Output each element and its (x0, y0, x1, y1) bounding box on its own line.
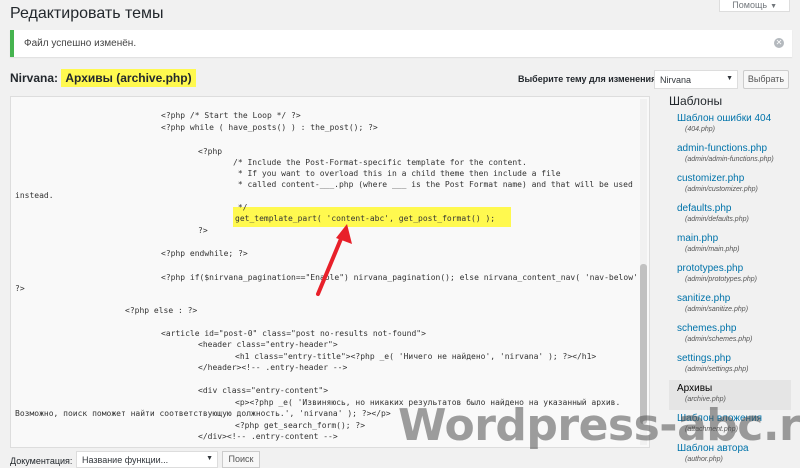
page-title: Редактировать темы (10, 5, 164, 22)
documentation-label: Документация: (10, 456, 73, 466)
function-select-value: Название функции... (82, 455, 169, 465)
template-item[interactable]: defaults.php (admin/defaults.php) (669, 200, 791, 230)
template-path: (admin/prototypes.php) (685, 276, 757, 283)
watermark: Wordpress-abc.ru (398, 400, 800, 451)
template-name: main.php (677, 233, 719, 244)
theme-select-label: Выберите тему для изменения: (518, 74, 660, 84)
code-line: </header><!-- .entry-header --> (198, 363, 348, 372)
code-line: <header class="entry-header"> (198, 340, 338, 349)
code-line: * If you want to overload this in a chil… (233, 169, 561, 178)
template-item[interactable]: customizer.php (admin/customizer.php) (669, 170, 791, 200)
editor-scrollbar[interactable] (640, 99, 647, 445)
code-line: ?> (15, 284, 25, 293)
template-name: sanitize.php (677, 293, 731, 304)
template-name: settings.php (677, 353, 731, 364)
template-item[interactable]: main.php (admin/main.php) (669, 230, 791, 260)
search-button[interactable]: Поиск (222, 451, 260, 468)
code-line: <?php get_search_form(); ?> (235, 421, 366, 430)
template-name: Шаблон ошибки 404 (677, 113, 772, 124)
help-label: Помощь (732, 0, 768, 10)
theme-select[interactable]: Nirvana ▼ (654, 70, 738, 89)
code-line: <div class="entry-content"> (198, 386, 329, 395)
code-line: <article id="post-0" class="post no-resu… (161, 329, 426, 338)
code-line: get_template_part( 'content-abc', get_po… (235, 214, 496, 223)
chevron-down-icon: ▼ (726, 75, 733, 82)
code-line: ?> (198, 226, 208, 235)
code-line: </div><!-- .entry-content --> (198, 432, 338, 441)
template-path: (404.php) (685, 126, 715, 133)
template-path: (admin/customizer.php) (685, 186, 758, 193)
code-line: /* Include the Post-Format-specific temp… (233, 158, 527, 167)
template-name: schemes.php (677, 323, 737, 334)
template-path: (admin/defaults.php) (685, 216, 749, 223)
code-line: */ (233, 203, 248, 212)
template-path: (admin/settings.php) (685, 366, 749, 373)
success-notice: Файл успешно изменён. ✕ (10, 30, 792, 57)
theme-select-value: Nirvana (660, 75, 692, 85)
template-item[interactable]: prototypes.php (admin/prototypes.php) (669, 260, 791, 290)
template-path: (admin/schemes.php) (685, 336, 753, 343)
code-line: instead. (15, 191, 54, 200)
template-name: customizer.php (677, 173, 745, 184)
template-path: (admin/admin-functions.php) (685, 156, 774, 163)
function-select[interactable]: Название функции... ▼ (76, 451, 218, 468)
template-item[interactable]: sanitize.php (admin/sanitize.php) (669, 290, 791, 320)
dismiss-icon[interactable]: ✕ (774, 38, 784, 48)
template-item[interactable]: Шаблон ошибки 404 (404.php) (669, 110, 791, 140)
caret-down-icon: ▼ (770, 3, 777, 10)
theme-name: Nirvana: (10, 71, 59, 85)
code-line: <?php (198, 147, 223, 156)
template-name: defaults.php (677, 203, 732, 214)
select-theme-button[interactable]: Выбрать (743, 70, 789, 89)
template-name: prototypes.php (677, 263, 744, 274)
sidebar-title: Шаблоны (669, 94, 723, 108)
template-name: admin-functions.php (677, 143, 768, 154)
file-name: Архивы (archive.php) (61, 69, 196, 87)
code-line: <?php else : ?> (125, 306, 198, 315)
template-item[interactable]: schemes.php (admin/schemes.php) (669, 320, 791, 350)
chevron-down-icon: ▼ (206, 455, 213, 462)
file-heading: Nirvana: Архивы (archive.php) (10, 69, 196, 87)
template-path: (author.php) (685, 456, 723, 463)
template-path: (admin/sanitize.php) (685, 306, 749, 313)
code-line: <h1 class="entry-title"><?php _e( 'Ничег… (235, 352, 597, 361)
code-line: <?php while ( have_posts() ) : the_post(… (161, 123, 378, 132)
code-line: * called content-___.php (where ___ is t… (233, 180, 633, 189)
template-name: Архивы (677, 383, 713, 394)
notice-text: Файл успешно изменён. (24, 38, 137, 49)
red-arrow-annotation (316, 224, 352, 296)
code-line: <?php if($nirvana_pagination=="Enable") … (161, 273, 650, 282)
code-line: <?php /* Start the Loop */ ?> (161, 111, 301, 120)
template-item[interactable]: settings.php (admin/settings.php) (669, 350, 791, 380)
template-path: (admin/main.php) (685, 246, 740, 253)
template-item[interactable]: admin-functions.php (admin/admin-function… (669, 140, 791, 170)
help-button[interactable]: Помощь ▼ (719, 0, 790, 12)
code-line: Возможно, поиск поможет найти соответств… (15, 409, 391, 418)
code-line: <?php endwhile; ?> (161, 249, 248, 258)
